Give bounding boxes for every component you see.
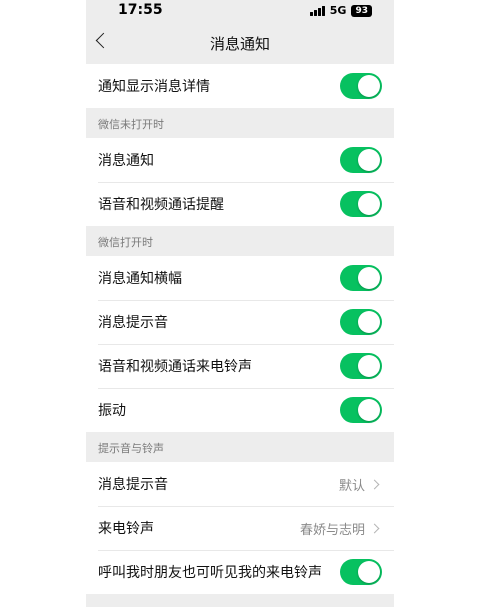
section-header-sounds: 提示音与铃声 <box>98 442 164 455</box>
settings-row-banner: 消息通知横幅 <box>86 256 394 300</box>
settings-row-friend-ringtone: 呼叫我时朋友也可听见我的来电铃声 <box>86 550 394 594</box>
vibrate-toggle[interactable] <box>340 397 382 423</box>
battery-icon: 93 <box>351 4 372 17</box>
row-value: 春娇与志明 <box>299 522 365 538</box>
toggle-knob <box>358 193 380 215</box>
network-label: 5G <box>329 4 347 17</box>
settings-row-show-details: 通知显示消息详情 <box>86 64 394 108</box>
section-header-closed: 微信未打开时 <box>98 118 164 131</box>
toggle-knob <box>358 75 380 97</box>
row-label: 语音和视频通话提醒 <box>98 197 224 213</box>
status-time: 17:55 <box>118 2 163 18</box>
settings-row-vibrate: 振动 <box>86 388 394 432</box>
chevron-right-icon <box>369 479 380 489</box>
settings-row-ringtone[interactable]: 来电铃声 春娇与志明 <box>86 506 394 550</box>
settings-row-notification-sound[interactable]: 消息提示音 默认 <box>86 462 394 506</box>
page-title: 消息通知 <box>209 35 270 53</box>
friend-ringtone-toggle[interactable] <box>340 559 382 585</box>
row-label: 消息通知 <box>98 153 154 169</box>
nav-bar: 消息通知 <box>86 22 394 64</box>
phone-screen: 17:55 5G 93 消息通知 通知显示消息详情 微信未打开时 消息通知 语音… <box>86 0 394 607</box>
settings-row-message-notify: 消息通知 <box>86 138 394 182</box>
toggle-knob <box>358 149 380 171</box>
row-label: 语音和视频通话来电铃声 <box>98 359 252 375</box>
section-header-open: 微信打开时 <box>98 236 153 249</box>
message-sound-toggle[interactable] <box>340 309 382 335</box>
settings-row-call-reminder: 语音和视频通话提醒 <box>86 182 394 226</box>
call-reminder-toggle[interactable] <box>340 191 382 217</box>
settings-row-call-ringtone: 语音和视频通话来电铃声 <box>86 344 394 388</box>
row-label: 消息提示音 <box>98 315 168 331</box>
toggle-knob <box>358 561 380 583</box>
row-label: 消息提示音 <box>98 477 168 493</box>
toggle-knob <box>358 355 380 377</box>
row-label: 来电铃声 <box>98 521 154 537</box>
row-label: 呼叫我时朋友也可听见我的来电铃声 <box>98 565 322 581</box>
show-details-toggle[interactable] <box>340 73 382 99</box>
call-ringtone-toggle[interactable] <box>340 353 382 379</box>
row-value: 默认 <box>338 478 365 494</box>
toggle-knob <box>358 311 380 333</box>
banner-toggle[interactable] <box>340 265 382 291</box>
status-bar: 17:55 5G 93 <box>86 0 394 22</box>
toggle-knob <box>358 399 380 421</box>
toggle-knob <box>358 267 380 289</box>
row-label: 消息通知横幅 <box>98 271 182 287</box>
chevron-right-icon <box>369 523 380 533</box>
message-notify-toggle[interactable] <box>340 147 382 173</box>
row-label: 振动 <box>98 403 126 419</box>
signal-icon <box>310 5 325 16</box>
status-indicators: 5G 93 <box>310 4 372 17</box>
row-label: 通知显示消息详情 <box>98 79 210 95</box>
settings-row-message-sound: 消息提示音 <box>86 300 394 344</box>
